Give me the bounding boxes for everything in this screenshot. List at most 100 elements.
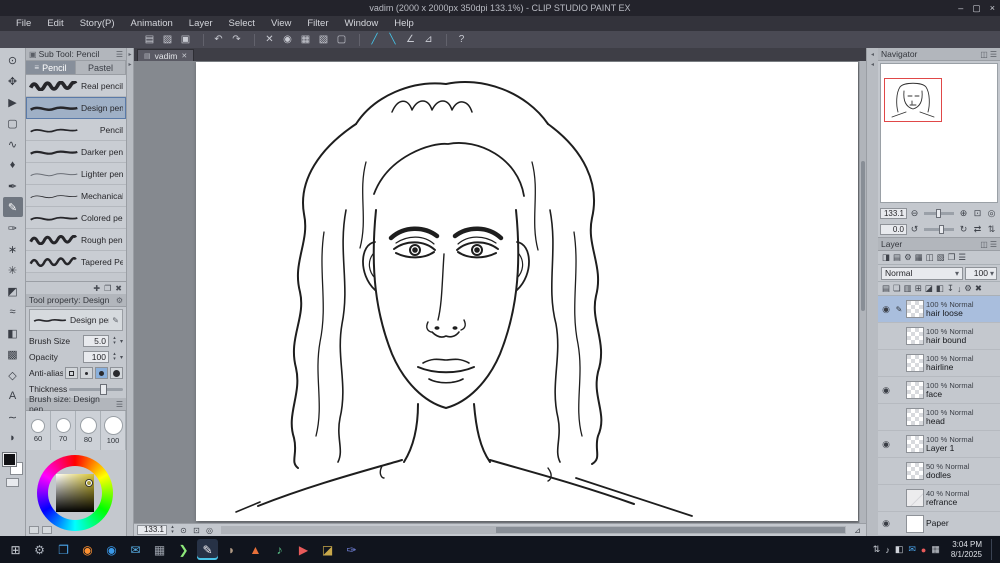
new-layer-icon[interactable]: ▤ bbox=[882, 283, 890, 294]
delete-subtool-icon[interactable]: ✖ bbox=[115, 284, 122, 293]
navigator-thumbnail[interactable] bbox=[880, 63, 998, 203]
line-correction-tool-icon[interactable]: ∼ bbox=[3, 407, 23, 427]
gear-icon[interactable]: ⚙ bbox=[116, 296, 123, 305]
tab-pencil[interactable]: ≡ Pencil bbox=[26, 61, 76, 75]
visibility-eye-icon[interactable]: ◉ bbox=[880, 518, 892, 529]
layer-thumbnail[interactable] bbox=[906, 435, 924, 453]
layer-toolbar-icon[interactable]: ◨ bbox=[882, 252, 890, 263]
brush-size-preset-70[interactable]: 70 bbox=[51, 411, 76, 450]
canvas-zoom-stepper[interactable]: ▴ ▾ bbox=[169, 525, 176, 535]
operation-tool-icon[interactable]: ▶ bbox=[3, 92, 23, 112]
show-desktop-button[interactable] bbox=[991, 539, 995, 560]
layer-toolbar-icon[interactable]: ▦ bbox=[915, 252, 923, 263]
zoom-out-icon[interactable]: ⊖ bbox=[908, 208, 921, 219]
antialias-weak-button[interactable] bbox=[80, 367, 93, 379]
layer-row-paper[interactable]: ◉ Paper bbox=[878, 512, 1000, 536]
mail-tray-icon[interactable]: ✉ bbox=[908, 544, 916, 555]
transform-icon[interactable]: ◉ bbox=[280, 33, 295, 47]
pen-tool-icon[interactable]: ✒ bbox=[3, 176, 23, 196]
left-panel-splitter[interactable]: ▸ ▸ bbox=[127, 48, 134, 536]
antialias-medium-button[interactable] bbox=[95, 367, 108, 379]
brush-tool-icon[interactable]: ✑ bbox=[3, 218, 23, 238]
transparent-color-chip[interactable] bbox=[6, 478, 19, 487]
status-actual-size-icon[interactable]: ◎ bbox=[204, 526, 215, 535]
snap-special-ruler-icon[interactable]: ╲ bbox=[385, 33, 400, 47]
layer-toolbar-icon[interactable]: ☰ bbox=[958, 252, 966, 263]
layer-thumbnail[interactable] bbox=[906, 514, 924, 533]
layer-row-hair-bound[interactable]: 100 % Normal hair bound bbox=[878, 323, 1000, 350]
blend-tool-icon[interactable]: ≈ bbox=[3, 302, 23, 322]
help-icon[interactable]: ? bbox=[454, 33, 469, 47]
music-app-icon[interactable]: ♪ bbox=[269, 539, 290, 560]
opacity-stepper[interactable]: ▴ ▾ bbox=[111, 352, 118, 362]
vertical-scrollbar-thumb[interactable] bbox=[861, 161, 865, 311]
layer-toolbar-icon[interactable]: ❐ bbox=[948, 252, 956, 263]
layer-thumbnail[interactable] bbox=[906, 381, 924, 399]
collapse-left-icon[interactable]: ◂ bbox=[871, 51, 874, 58]
brush-size-preset-80[interactable]: 80 bbox=[76, 411, 101, 450]
undo-icon[interactable]: ↶ bbox=[211, 33, 226, 47]
clip-studio-app-icon[interactable]: ✎ bbox=[197, 539, 218, 560]
brush-size-preset-60[interactable]: 60 bbox=[26, 411, 51, 450]
network-tray-icon[interactable]: ⇅ bbox=[873, 544, 881, 555]
navigator-zoom-value[interactable]: 133.1 bbox=[880, 207, 907, 219]
visibility-eye-icon[interactable]: ◉ bbox=[880, 304, 892, 315]
antialias-none-button[interactable] bbox=[65, 367, 78, 379]
gradient-tool-icon[interactable]: ▩ bbox=[3, 344, 23, 364]
layer-toolbar-icon[interactable]: ⊞ bbox=[915, 283, 922, 294]
opacity-value[interactable]: 100 bbox=[82, 351, 109, 363]
browser-app-icon[interactable]: ◉ bbox=[101, 539, 122, 560]
app-menu-icon[interactable]: ⊞ bbox=[5, 539, 26, 560]
volume-tray-icon[interactable]: ♪ bbox=[885, 545, 890, 555]
menu-select[interactable]: Select bbox=[221, 18, 263, 29]
layer-row-layer-1[interactable]: ◉ 100 % Normal Layer 1 bbox=[878, 431, 1000, 458]
ruler-icon[interactable]: ⊿ bbox=[421, 33, 436, 47]
duplicate-subtool-icon[interactable]: ❐ bbox=[104, 284, 111, 293]
eyedropper-tool-icon[interactable]: ♦ bbox=[3, 155, 23, 175]
zoom-tool-icon[interactable]: ⊙ bbox=[3, 50, 23, 70]
minimize-button[interactable]: – bbox=[958, 3, 963, 13]
brush-size-preset-100[interactable]: 100 bbox=[101, 411, 126, 450]
menu-animation[interactable]: Animation bbox=[123, 18, 181, 29]
document-tab-vadim[interactable]: ▤ vadim ✕ bbox=[137, 49, 195, 61]
layer-option-icon[interactable]: ◫ bbox=[980, 240, 988, 249]
video-app-icon[interactable]: ▶ bbox=[293, 539, 314, 560]
airbrush-tool-icon[interactable]: ∗ bbox=[3, 239, 23, 259]
layer-settings-icon[interactable]: ⚙ bbox=[964, 283, 972, 294]
layer-row-dodles[interactable]: 50 % Normal dodles bbox=[878, 458, 1000, 485]
editor-app-icon[interactable]: ▲ bbox=[245, 539, 266, 560]
menu-window[interactable]: Window bbox=[337, 18, 387, 29]
right-panel-splitter[interactable]: ◂ ◂ bbox=[866, 48, 878, 536]
layer-toolbar-icon[interactable]: ◫ bbox=[926, 252, 934, 263]
close-button[interactable]: × bbox=[990, 3, 995, 13]
brush-size-value[interactable]: 5.0 bbox=[82, 335, 109, 347]
panel-menu-icon[interactable]: ☰ bbox=[116, 400, 123, 409]
figure-tool-icon[interactable]: ◇ bbox=[3, 365, 23, 385]
layer-thumbnail[interactable] bbox=[906, 408, 924, 426]
resize-grip-icon[interactable]: ⊿ bbox=[852, 526, 863, 535]
collapse-right-icon[interactable]: ▸ bbox=[128, 61, 131, 68]
maximize-button[interactable]: ▢ bbox=[972, 3, 981, 14]
layer-toolbar-icon[interactable]: ▧ bbox=[937, 252, 945, 263]
subtool-item-colored-pencil[interactable]: Colored pencil bbox=[26, 207, 126, 229]
status-zoom-icon[interactable]: ⊙ bbox=[178, 526, 189, 535]
collapse-left-icon[interactable]: ◂ bbox=[871, 61, 874, 68]
horizontal-scrollbar[interactable] bbox=[221, 526, 846, 534]
visibility-eye-icon[interactable]: ◉ bbox=[880, 439, 892, 450]
layer-toolbar-icon[interactable]: ⚙ bbox=[904, 252, 912, 263]
subtool-item-lighter-pencil[interactable]: Lighter pencil bbox=[26, 163, 126, 185]
panel-menu-icon[interactable]: ☰ bbox=[990, 50, 997, 59]
layer-toolbar-icon[interactable]: ▥ bbox=[904, 283, 912, 294]
wheel-mode-button[interactable] bbox=[29, 526, 39, 534]
layer-row-face[interactable]: ◉ 100 % Normal face bbox=[878, 377, 1000, 404]
add-subtool-icon[interactable]: ✚ bbox=[93, 284, 100, 293]
opacity-picker-icon[interactable]: ▾ bbox=[120, 354, 123, 361]
pencil-tool-icon[interactable]: ✎ bbox=[2, 197, 23, 217]
menu-story[interactable]: Story(P) bbox=[72, 18, 123, 29]
thickness-slider[interactable] bbox=[69, 383, 123, 395]
layer-row-hairline[interactable]: 100 % Normal hairline bbox=[878, 350, 1000, 377]
lasso-tool-icon[interactable]: ∿ bbox=[3, 134, 23, 154]
image-app-icon[interactable]: ◪ bbox=[317, 539, 338, 560]
delete-icon[interactable]: ✕ bbox=[262, 33, 277, 47]
new-canvas-icon[interactable]: ▤ bbox=[142, 33, 157, 47]
